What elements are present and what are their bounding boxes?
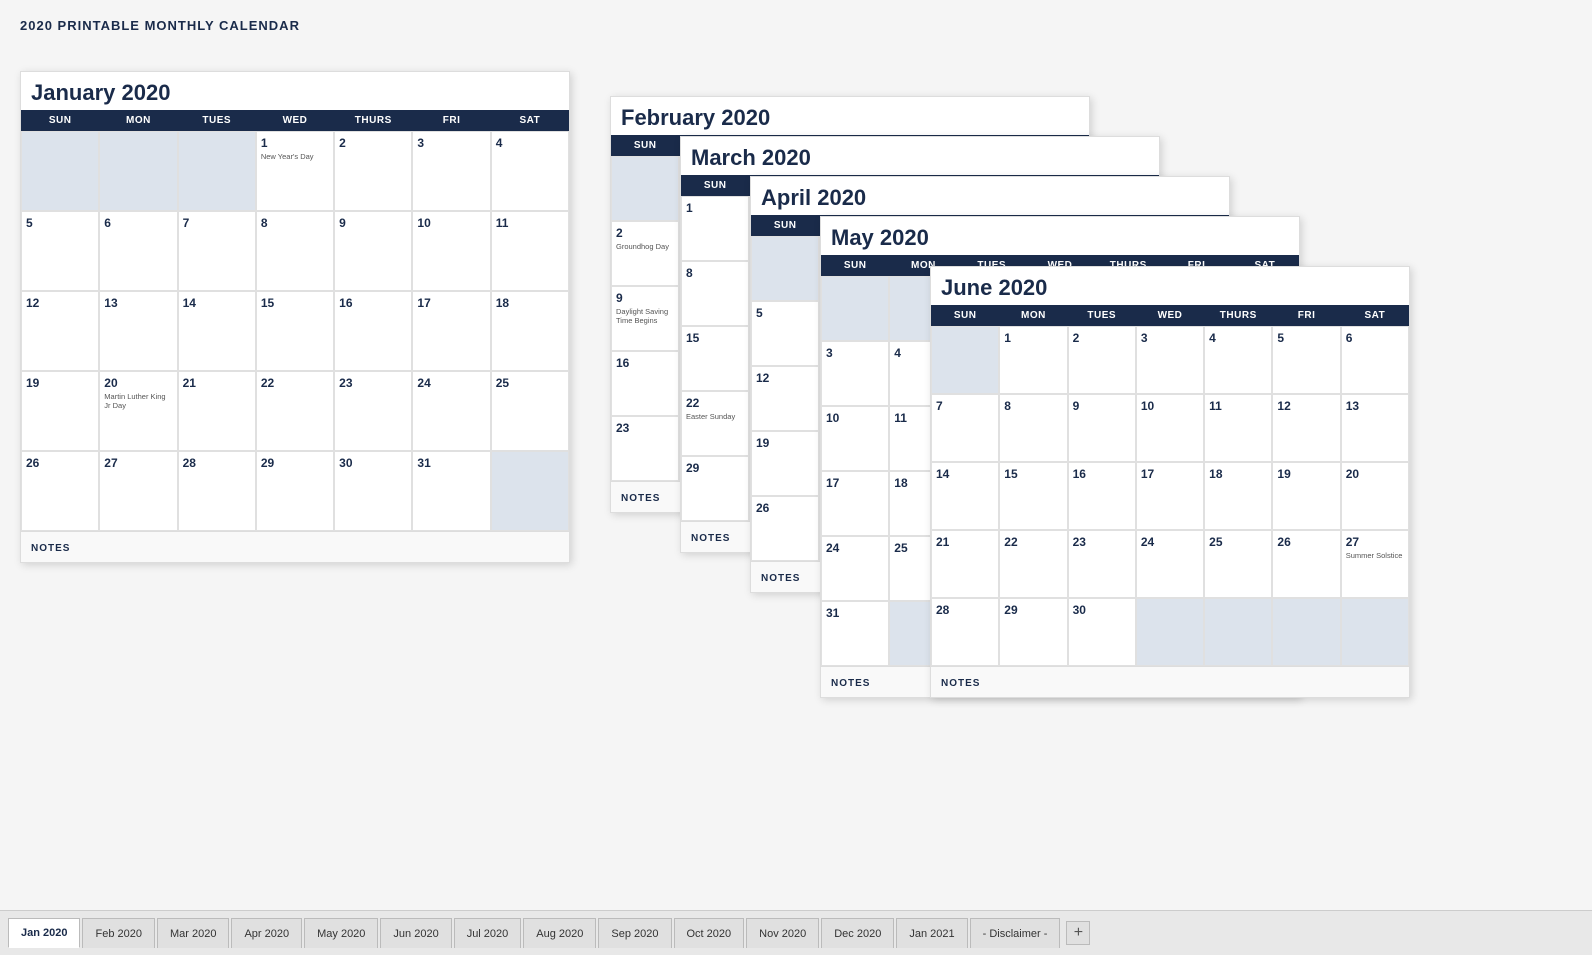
calendars-area: January 2020 SUN MON TUES WED THURS FRI … [20, 41, 1572, 891]
april-title: April 2020 [751, 177, 1229, 215]
may-title: May 2020 [821, 217, 1299, 255]
jan-cell-20: 20Martin Luther King Jr Day [99, 371, 177, 451]
jan-header-sat: SAT [491, 110, 569, 131]
jan-cell-22: 22 [256, 371, 334, 451]
jan-cell-15: 15 [256, 291, 334, 371]
tab-may-2020[interactable]: May 2020 [304, 918, 378, 948]
jan-cell-6: 6 [99, 211, 177, 291]
jan-cell-12: 12 [21, 291, 99, 371]
june-header: SUN MON TUES WED THURS FRI SAT [931, 305, 1409, 326]
jan-cell-empty3 [178, 131, 256, 211]
calendar-june: June 2020 SUN MON TUES WED THURS FRI SAT… [930, 266, 1410, 698]
jan-cell-1: 1New Year's Day [256, 131, 334, 211]
tab-sep-2020[interactable]: Sep 2020 [598, 918, 671, 948]
jan-cell-13: 13 [99, 291, 177, 371]
january-header: SUN MON TUES WED THURS FRI SAT [21, 110, 569, 131]
jan-cell-23: 23 [334, 371, 412, 451]
tab-jan-2021[interactable]: Jan 2021 [896, 918, 967, 948]
tab-apr-2020[interactable]: Apr 2020 [231, 918, 302, 948]
main-content: 2020 PRINTABLE MONTHLY CALENDAR January … [0, 0, 1592, 910]
page-title: 2020 PRINTABLE MONTHLY CALENDAR [20, 18, 1572, 33]
jan-cell-9: 9 [334, 211, 412, 291]
jan-header-tues: TUES [178, 110, 256, 131]
jan-cell-25: 25 [491, 371, 569, 451]
jan-cell-11: 11 [491, 211, 569, 291]
tab-aug-2020[interactable]: Aug 2020 [523, 918, 596, 948]
calendar-january: January 2020 SUN MON TUES WED THURS FRI … [20, 71, 570, 563]
jan-cell-5: 5 [21, 211, 99, 291]
jan-cell-17: 17 [412, 291, 490, 371]
jan-cell-26: 26 [21, 451, 99, 531]
jan-cell-19: 19 [21, 371, 99, 451]
jan-header-sun: SUN [21, 110, 99, 131]
tab-disclaimer[interactable]: - Disclaimer - [970, 918, 1061, 948]
jan-header-mon: MON [99, 110, 177, 131]
jan-cell-27: 27 [99, 451, 177, 531]
jan-cell-empty2 [99, 131, 177, 211]
tab-add-button[interactable]: + [1066, 921, 1090, 945]
jan-cell-8: 8 [256, 211, 334, 291]
june-title: June 2020 [931, 267, 1409, 305]
tab-nov-2020[interactable]: Nov 2020 [746, 918, 819, 948]
february-title: February 2020 [611, 97, 1089, 135]
tab-jan-2020[interactable]: Jan 2020 [8, 918, 80, 948]
jan-cell-2: 2 [334, 131, 412, 211]
jan-cell-30: 30 [334, 451, 412, 531]
june-grid: 1 2 3 4 5 6 7 8 9 10 11 12 13 14 15 16 1… [931, 326, 1409, 666]
jan-cell-empty-end [491, 451, 569, 531]
jan-header-wed: WED [256, 110, 334, 131]
march-title: March 2020 [681, 137, 1159, 175]
jan-cell-10: 10 [412, 211, 490, 291]
jan-header-fri: FRI [412, 110, 490, 131]
tab-jun-2020[interactable]: Jun 2020 [380, 918, 451, 948]
tab-feb-2020[interactable]: Feb 2020 [82, 918, 154, 948]
tab-jul-2020[interactable]: Jul 2020 [454, 918, 522, 948]
jan-cell-18: 18 [491, 291, 569, 371]
jan-header-thurs: THURS [334, 110, 412, 131]
january-title: January 2020 [21, 72, 569, 110]
jan-cell-7: 7 [178, 211, 256, 291]
june-notes: NOTES [931, 666, 1409, 697]
jan-cell-29: 29 [256, 451, 334, 531]
january-notes: NOTES [21, 531, 569, 562]
tab-mar-2020[interactable]: Mar 2020 [157, 918, 229, 948]
tab-bar: Jan 2020 Feb 2020 Mar 2020 Apr 2020 May … [0, 910, 1592, 955]
jan-cell-14: 14 [178, 291, 256, 371]
jan-cell-31: 31 [412, 451, 490, 531]
january-grid: 1New Year's Day 2 3 4 5 6 7 8 9 10 11 12… [21, 131, 569, 531]
tab-oct-2020[interactable]: Oct 2020 [674, 918, 745, 948]
jan-cell-16: 16 [334, 291, 412, 371]
jan-cell-24: 24 [412, 371, 490, 451]
jan-cell-3: 3 [412, 131, 490, 211]
jan-cell-empty1 [21, 131, 99, 211]
jan-cell-28: 28 [178, 451, 256, 531]
jan-cell-4: 4 [491, 131, 569, 211]
tab-dec-2020[interactable]: Dec 2020 [821, 918, 894, 948]
jan-cell-21: 21 [178, 371, 256, 451]
